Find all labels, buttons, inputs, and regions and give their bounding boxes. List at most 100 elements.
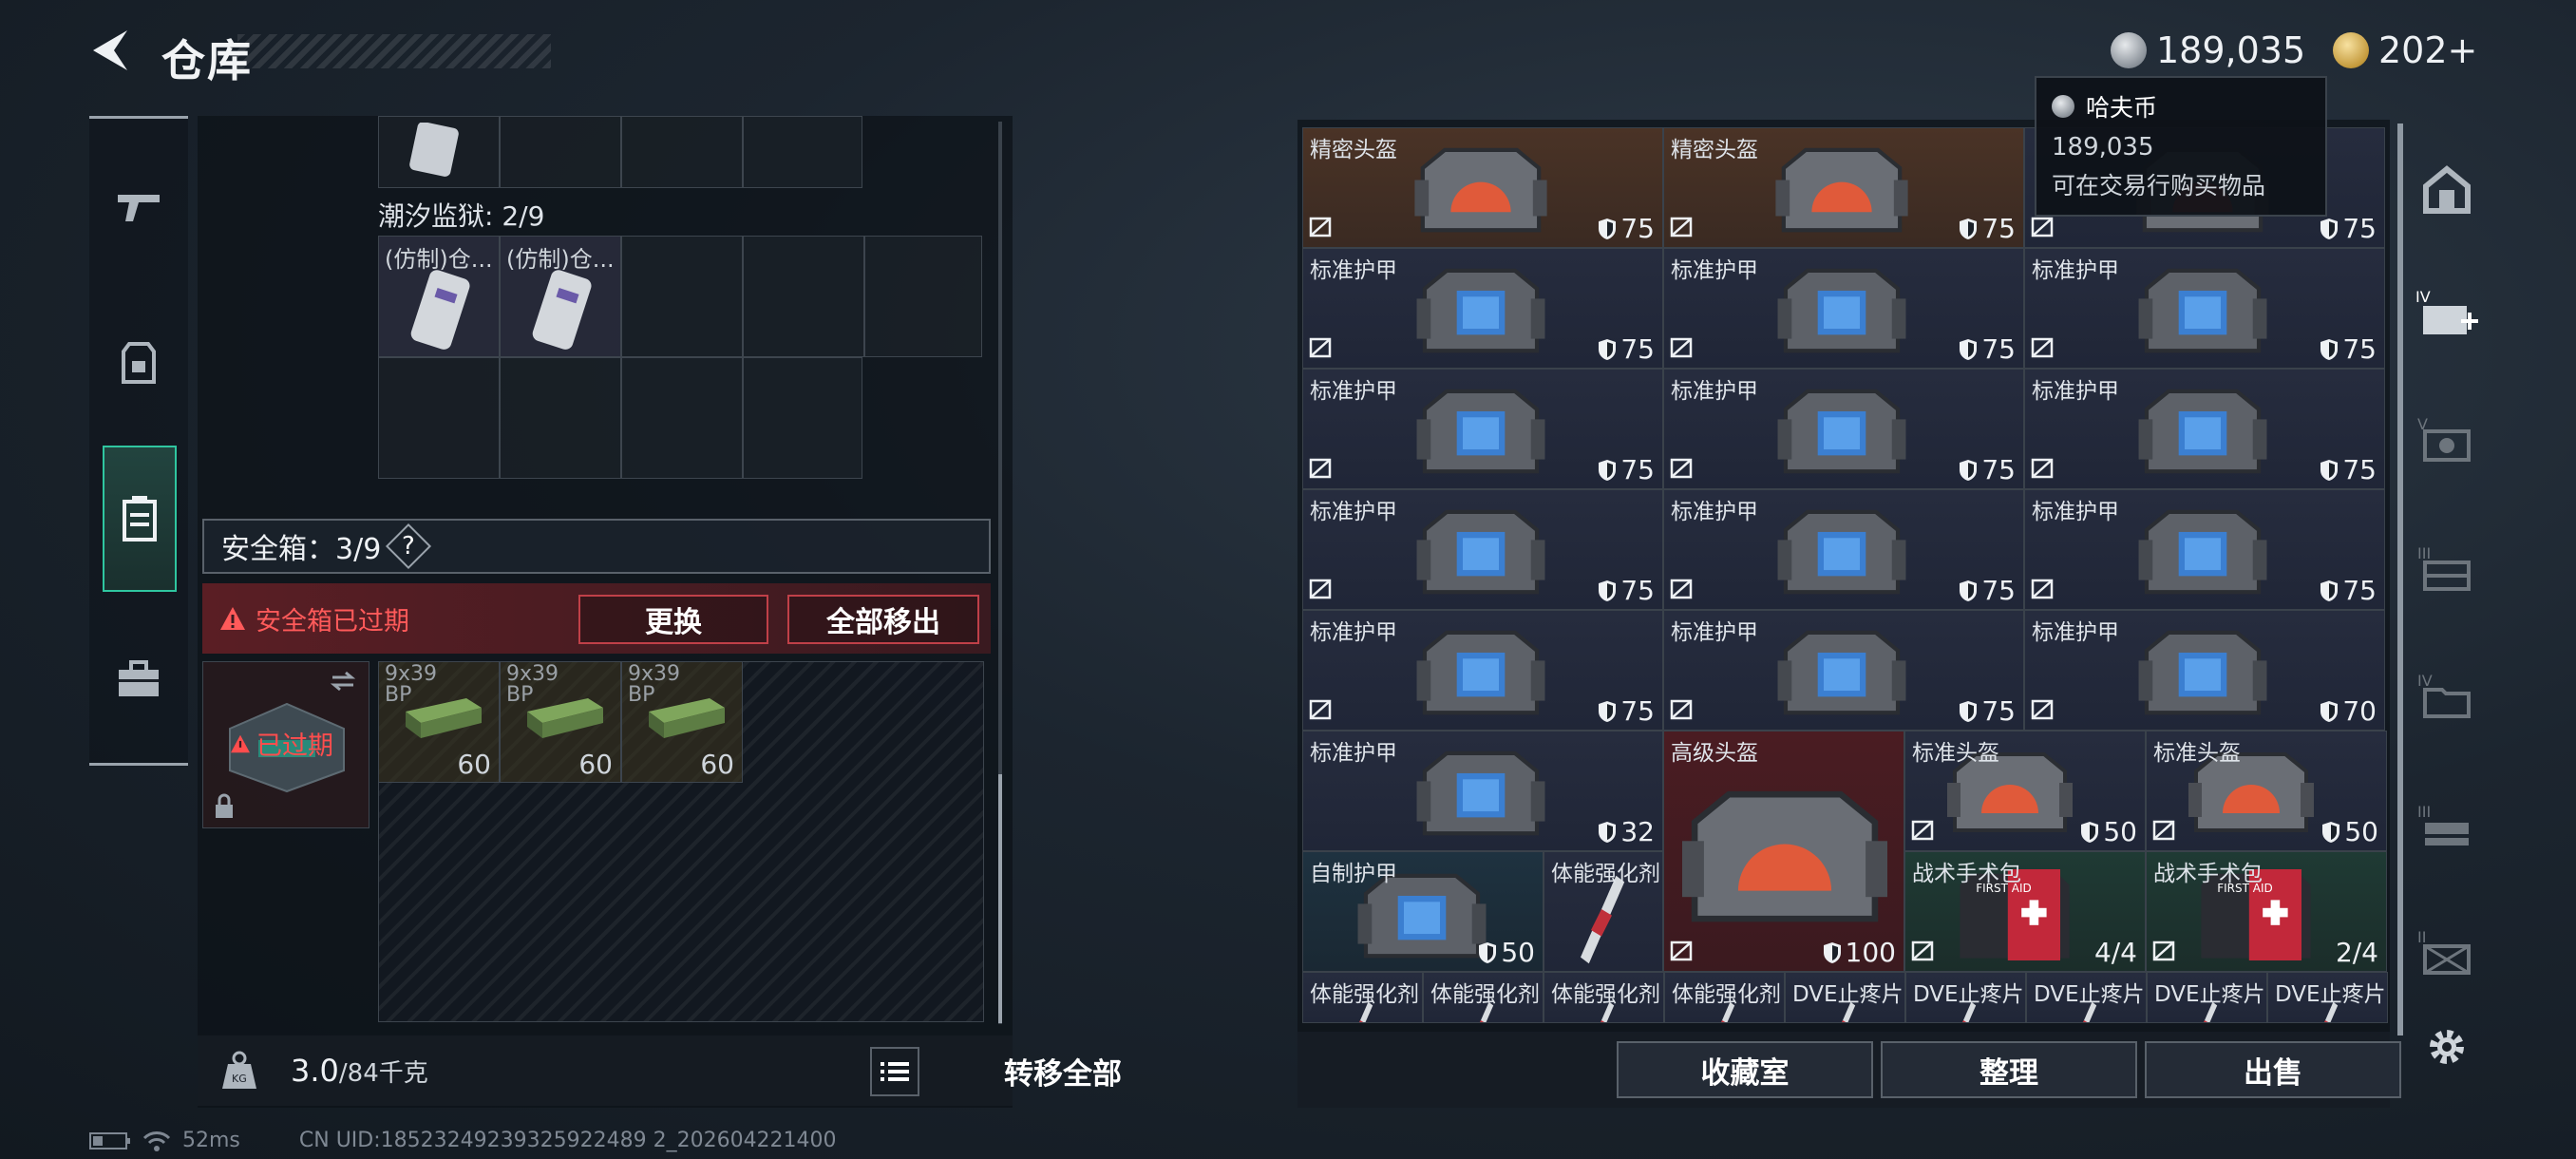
stash-item-advanced-helmet[interactable]: 高级头盔 100 <box>1663 731 1904 972</box>
tab-tier3[interactable]: III <box>2413 534 2481 602</box>
not-tradeable-icon <box>1670 217 1693 241</box>
rail-containers[interactable] <box>103 446 177 592</box>
tab-tier3-rack[interactable]: III <box>2413 792 2481 861</box>
prison-item-1[interactable]: (仿制)仓... <box>378 236 500 357</box>
stash-item-homemade-armor[interactable]: 自制护甲 50 <box>1302 851 1544 972</box>
stash-item-r2c1[interactable]: 标准护甲 75 <box>1663 369 2024 489</box>
ammo-box-icon <box>527 698 603 738</box>
stash-item-surgery-kit-2[interactable]: FIRST AID 战术手术包 2/4 <box>2146 851 2387 972</box>
stash-item-r2c2[interactable]: 标准护甲 75 <box>2024 369 2385 489</box>
help-icon[interactable]: ? <box>386 522 432 570</box>
stash-item-row8-2[interactable]: 体能强化剂 <box>1544 972 1664 1023</box>
item-durability: 75 <box>2320 575 2377 606</box>
list-view-button[interactable] <box>870 1047 919 1096</box>
stash-item-vest-32[interactable]: 标准护甲 32 <box>1302 731 1663 851</box>
stash-item-row8-8[interactable]: DVE止疼片 <box>2267 972 2388 1023</box>
back-arrow-icon[interactable] <box>85 25 137 76</box>
not-tradeable-icon <box>1911 820 1934 845</box>
stash-item-r4c2[interactable]: 标准护甲 70 <box>2024 610 2385 731</box>
grid-cell[interactable] <box>621 357 743 479</box>
prison-item-2[interactable]: (仿制)仓... <box>500 236 621 357</box>
ammo-item-3[interactable]: 9x39 BP 60 <box>621 661 743 783</box>
stash-item-r3c2[interactable]: 标准护甲 75 <box>2024 489 2385 610</box>
stash-item-r3c1[interactable]: 标准护甲 75 <box>1663 489 2024 610</box>
sort-button[interactable]: 整理 <box>1881 1041 2137 1098</box>
stash-item-r3c0[interactable]: 标准护甲 75 <box>1302 489 1663 610</box>
ammo-item-1[interactable]: 9x39 BP 60 <box>378 661 500 783</box>
left-scrollbar-thumb[interactable] <box>998 774 1002 1023</box>
stash-item-row8-4[interactable]: DVE止疼片 <box>1785 972 1905 1023</box>
tab-medical[interactable]: IV <box>2413 279 2481 348</box>
replace-button[interactable]: 更换 <box>578 595 768 644</box>
stash-item-r1c2[interactable]: 标准护甲 75 <box>2024 248 2385 369</box>
armor-vest-icon <box>1410 496 1552 609</box>
item-durability: 50 <box>2080 816 2137 847</box>
wifi-icon <box>142 1130 171 1151</box>
rail-supplies[interactable] <box>101 641 177 717</box>
stash-item-row8-3[interactable]: 体能强化剂 <box>1664 972 1785 1023</box>
stash-item-r0c1[interactable]: 精密头盔 75 <box>1663 127 2024 248</box>
svg-text:KG: KG <box>232 1073 247 1085</box>
item-name: 标准护甲 <box>1310 741 1397 766</box>
stash-item-row8-1[interactable]: 体能强化剂 <box>1423 972 1544 1023</box>
stash-item-row8-7[interactable]: DVE止疼片 <box>2147 972 2267 1023</box>
stash-item-row8-5[interactable]: DVE止疼片 <box>1905 972 2026 1023</box>
stash-item-r2c0[interactable]: 标准护甲 75 <box>1302 369 1663 489</box>
armor-vest-icon <box>1771 375 1913 488</box>
stash-side-tabs: IV V III IV III II <box>2405 120 2491 1079</box>
grid-cell[interactable] <box>743 236 864 357</box>
not-tradeable-icon <box>2152 820 2175 845</box>
not-tradeable-icon <box>1309 699 1332 724</box>
tab-tier2[interactable]: II <box>2413 918 2481 986</box>
rail-armor[interactable] <box>101 326 177 402</box>
tooltip-desc: 可在交易行购买物品 <box>2052 172 2266 200</box>
stash-item-stim[interactable]: 体能强化剂 <box>1544 851 1663 972</box>
settings-button[interactable] <box>2413 1013 2481 1081</box>
stash-item-r1c1[interactable]: 标准护甲 75 <box>1663 248 2024 369</box>
item-durability: 75 <box>1598 333 1655 365</box>
armor-vest-icon <box>1771 255 1913 368</box>
stash-item-row8-6[interactable]: DVE止疼片 <box>2026 972 2147 1023</box>
container-icon <box>123 496 157 542</box>
grid-cell[interactable] <box>621 116 743 188</box>
rail-weapon[interactable] <box>101 168 177 244</box>
not-tradeable-icon <box>1670 699 1693 724</box>
grid-cell[interactable] <box>621 236 743 357</box>
grid-cell[interactable] <box>500 116 621 188</box>
item-durability: 50 <box>2321 816 2378 847</box>
grid-cell[interactable] <box>378 116 500 188</box>
grid-cell[interactable] <box>864 236 982 357</box>
stash-item-standard-helmet-1[interactable]: 标准头盔 50 <box>1904 731 2146 851</box>
grid-cell[interactable] <box>743 116 862 188</box>
gold-balance[interactable]: 202+ <box>2333 27 2477 74</box>
haf-coin-balance[interactable]: 189,035 <box>2111 27 2305 74</box>
haf-coin-icon <box>2052 95 2074 118</box>
tab-tier4-folder[interactable]: IV <box>2413 661 2481 730</box>
ping-value: 52ms <box>182 1129 240 1152</box>
ammo-item-2[interactable]: 9x39 BP 60 <box>500 661 621 783</box>
weight-icon: KG <box>222 1051 256 1089</box>
stash-item-surgery-kit-1[interactable]: FIRST AID 战术手术包 4/4 <box>1904 851 2146 972</box>
item-name: 体能强化剂 <box>1672 982 1781 1007</box>
stash-item-r0c0[interactable]: 精密头盔 75 <box>1302 127 1663 248</box>
armor-vest-icon <box>1410 737 1552 850</box>
tab-stash-main[interactable] <box>2413 156 2481 224</box>
item-name: 体能强化剂 <box>1430 982 1540 1007</box>
stash-item-row8-0[interactable]: 体能强化剂 <box>1302 972 1423 1023</box>
remove-all-button[interactable]: 全部移出 <box>787 595 979 644</box>
tab-tier5[interactable]: V <box>2413 405 2481 473</box>
transfer-all-button[interactable]: 转移全部 <box>935 1043 1191 1098</box>
stash-item-r4c1[interactable]: 标准护甲 75 <box>1663 610 2024 731</box>
stash-item-standard-helmet-2[interactable]: 标准头盔 50 <box>2146 731 2387 851</box>
grid-cell[interactable] <box>378 357 500 479</box>
safebox-item[interactable]: 已过期 <box>202 661 369 828</box>
grid-cell[interactable] <box>743 357 862 479</box>
sell-button[interactable]: 出售 <box>2145 1041 2401 1098</box>
stash-item-r1c0[interactable]: 标准护甲 75 <box>1302 248 1663 369</box>
grid-cell[interactable] <box>500 357 621 479</box>
not-tradeable-icon <box>1309 337 1332 362</box>
stash-scrollbar-thumb[interactable] <box>2397 124 2403 1036</box>
item-name: 高级头盔 <box>1671 741 1758 766</box>
collection-room-button[interactable]: 收藏室 <box>1617 1041 1873 1098</box>
stash-item-r4c0[interactable]: 标准护甲 75 <box>1302 610 1663 731</box>
